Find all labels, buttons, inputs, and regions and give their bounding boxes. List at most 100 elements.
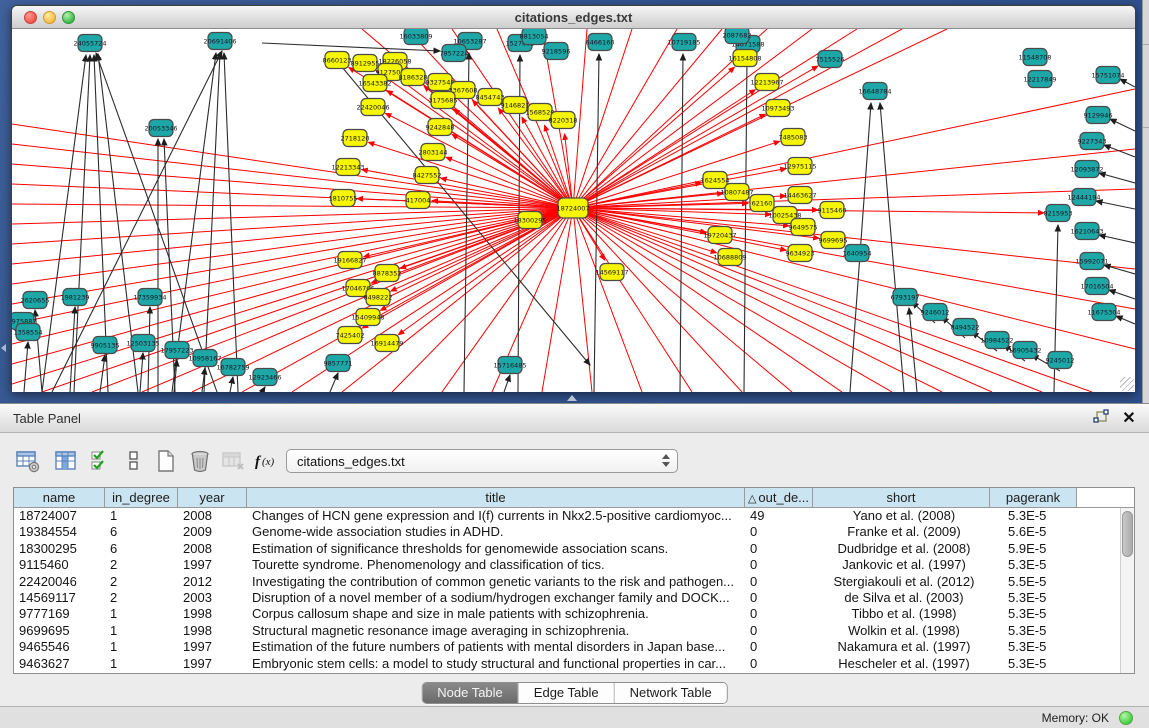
graph-node[interactable]: 14463627	[783, 187, 816, 204]
graph-node[interactable]: 9634923	[786, 245, 815, 262]
graph-node[interactable]: 8494522	[951, 319, 980, 336]
graph-node[interactable]: 19720437	[703, 227, 736, 244]
graph-node[interactable]: 10688809	[713, 249, 746, 266]
graph-node[interactable]: 8813054	[520, 29, 549, 45]
graph-node[interactable]: 7485083	[779, 129, 808, 146]
graph-node[interactable]: 9242848	[426, 119, 455, 136]
column-header-pagerank[interactable]: pagerank	[990, 488, 1077, 507]
graph-node[interactable]: 24055724	[73, 35, 106, 52]
graph-node[interactable]: 6793197	[891, 289, 920, 306]
graph-node[interactable]: 12975115	[783, 158, 816, 175]
graph-node[interactable]: 2718120	[341, 130, 370, 147]
graph-node[interactable]: 16543382	[358, 75, 391, 92]
graph-node[interactable]: 1358554	[14, 324, 43, 341]
graph-node[interactable]: 9227343	[1078, 133, 1107, 150]
graph-node[interactable]: 11548708	[1018, 49, 1051, 66]
graph-node[interactable]: 8878352	[373, 265, 402, 282]
graph-node[interactable]: 6466160	[586, 34, 615, 51]
graph-node[interactable]: 9905135	[91, 337, 120, 354]
graph-node[interactable]: 7425402	[336, 327, 365, 344]
tab-edge-table[interactable]: Edge Table	[519, 683, 615, 703]
tab-node-table[interactable]: Node Table	[422, 683, 519, 703]
graph-node[interactable]: 9115460	[818, 202, 847, 219]
column-header-name[interactable]: name	[14, 488, 105, 507]
graph-node[interactable]: 11675304	[1087, 304, 1120, 321]
graph-node[interactable]: 12093872	[1070, 161, 1103, 178]
graph-node[interactable]: 8427552	[413, 167, 442, 184]
graph-node[interactable]: 20053346	[144, 120, 177, 137]
collapse-left-panel-icon[interactable]	[1, 344, 6, 352]
graph-node[interactable]: 417004	[406, 192, 431, 209]
table-row[interactable]: 946362711997Embryonic stem cells: a mode…	[14, 656, 1120, 672]
window-resize-grip[interactable]	[1120, 377, 1134, 391]
graph-node[interactable]: 12217849	[1023, 71, 1056, 88]
table-row[interactable]: 911546021997Tourette syndrome. Phenomeno…	[14, 557, 1120, 573]
graph-node[interactable]: 15409948	[351, 309, 384, 326]
graph-node[interactable]: 14569117	[595, 264, 628, 281]
graph-node[interactable]: 10807487	[720, 184, 753, 201]
column-header-out-de-[interactable]: △out_de...	[745, 488, 813, 507]
graph-node[interactable]: 8220318	[549, 112, 578, 129]
delete-rows-icon[interactable]	[186, 447, 214, 475]
graph-node[interactable]: 16914479	[370, 335, 403, 352]
graph-node[interactable]: 2803144	[419, 144, 448, 161]
graph-node[interactable]: 19166827	[333, 252, 366, 269]
graph-node[interactable]: 16905432	[1008, 342, 1041, 359]
graph-node[interactable]: 16033809	[399, 29, 432, 45]
graph-node[interactable]: 8660123	[323, 52, 352, 69]
graph-node[interactable]: 12444194	[1067, 189, 1100, 206]
table-row[interactable]: 977716911998Corpus callosum shape and si…	[14, 606, 1120, 622]
graph-node[interactable]: 15716485	[493, 357, 526, 374]
graph-node[interactable]: 9129946	[1084, 107, 1113, 124]
graph-node[interactable]: 2620655	[21, 292, 50, 309]
table-row[interactable]: 1872400712008Changes of HCN gene express…	[14, 508, 1120, 524]
graph-node[interactable]: 1810755	[329, 190, 358, 207]
graph-node[interactable]: 2087682	[723, 29, 752, 44]
graph-node[interactable]: 12503135	[126, 335, 159, 352]
graph-node[interactable]: 9246012	[921, 304, 950, 321]
graph-node[interactable]: 9857771	[324, 355, 353, 372]
row-options-icon[interactable]	[119, 447, 147, 475]
function-builder-icon[interactable]: f(x)	[252, 447, 280, 475]
column-header-short[interactable]: short	[813, 488, 990, 507]
table-row[interactable]: 2242004622012Investigating the contribut…	[14, 574, 1120, 590]
graph-node[interactable]: 16782759	[216, 359, 249, 376]
network-window-titlebar[interactable]: citations_edges.txt	[12, 6, 1135, 29]
graph-node[interactable]: 16154808	[728, 50, 761, 67]
graph-node[interactable]: 16210643	[1070, 223, 1103, 240]
tab-network-table[interactable]: Network Table	[615, 683, 727, 703]
graph-node[interactable]: 12213967	[750, 74, 783, 91]
column-header-year[interactable]: year	[178, 488, 247, 507]
table-row[interactable]: 969969511998Structural magnetic resonanc…	[14, 623, 1120, 639]
graph-node[interactable]: 1640954	[843, 245, 872, 262]
graph-node[interactable]: 1981239	[61, 289, 90, 306]
float-panel-icon[interactable]	[1091, 409, 1111, 429]
close-panel-icon[interactable]: ✕	[1119, 409, 1139, 429]
graph-node[interactable]: 7857224	[440, 45, 469, 62]
network-canvas[interactable]: 2405572420691406106532871527602646616010…	[12, 29, 1135, 392]
column-header-title[interactable]: title	[247, 488, 745, 507]
delete-table-icon[interactable]	[220, 447, 248, 475]
graph-node[interactable]: 15751074	[1091, 67, 1124, 84]
show-columns-icon[interactable]	[52, 447, 80, 475]
graph-node[interactable]: 7515526	[816, 51, 845, 68]
graph-node[interactable]: 15992071	[1075, 253, 1108, 270]
graph-hub-node[interactable]: 18724007	[556, 198, 589, 218]
graph-node[interactable]: 9649575	[789, 219, 818, 236]
graph-node[interactable]: 10973493	[761, 100, 794, 117]
graph-node[interactable]: 10719185	[667, 34, 700, 51]
vertical-scrollbar[interactable]	[1120, 508, 1134, 673]
network-window[interactable]: citations_edges.txt 24055724206914061065…	[11, 5, 1136, 392]
graph-node[interactable]: 9245012	[1046, 352, 1075, 369]
new-table-icon[interactable]	[152, 447, 180, 475]
graph-node[interactable]: 17016504	[1080, 278, 1113, 295]
graph-node[interactable]: 9699695	[819, 232, 848, 249]
splitter-handle[interactable]	[567, 395, 577, 401]
graph-node[interactable]: 9218596	[542, 43, 571, 60]
graph-node[interactable]: 62160	[750, 195, 774, 212]
scrollbar-thumb[interactable]	[1122, 511, 1133, 557]
graph-node[interactable]: 16648784	[858, 83, 891, 100]
graph-node[interactable]: 8215953	[1044, 205, 1073, 222]
graph-node[interactable]: 17359934	[133, 289, 166, 306]
column-header-in-degree[interactable]: in_degree	[105, 488, 178, 507]
